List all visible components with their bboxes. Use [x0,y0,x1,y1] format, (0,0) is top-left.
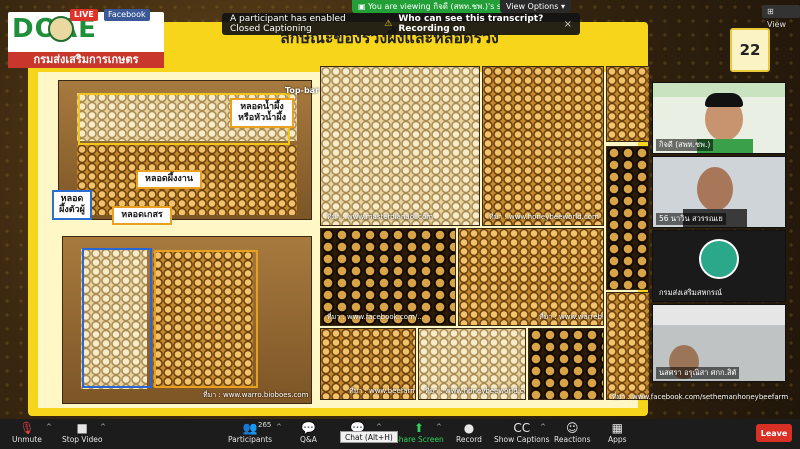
drone-cell-label: หลอด ผึ้งตัวผู้ [52,190,92,220]
video-tile-1[interactable]: กิจดี (สพท.ชพ.) [652,82,786,154]
view-options-button[interactable]: View Options ▾ [500,0,571,13]
photo-comb-2: ที่มา : www.honeybeeworld.com [482,66,604,226]
photo-comb-5: ที่มา : www.warrebioboes.com [458,228,604,326]
photo-comb-4: ที่มา : www.facebook.com/... [320,228,456,326]
video-tile-2[interactable]: 56 นาวิน สวรรณเย [652,156,786,228]
unmute-button[interactable]: 🎙 Unmute [12,421,42,444]
watermark-7: ที่มา : www.honeybeeworld.com [425,387,526,395]
photo-comb-8 [528,328,604,400]
video-tile-3[interactable]: กรมส่งเสริมสหกรณ์ [652,230,786,302]
cc-question-link[interactable]: Who can see this transcript? Recording o… [398,14,557,34]
leave-button[interactable]: Leave [756,424,792,442]
worker-cell-label: หลอดผึ้งงาน [136,170,202,189]
beanie [705,93,743,107]
grid-icon: ⊞ [767,7,774,16]
warning-icon: ⚠ [384,19,393,29]
tile-name-4: นสศรา อรุณิสา ศกก.สิตั [656,367,740,379]
participants-count: 265 [258,421,272,429]
slide-page-number: 22 [730,28,770,72]
apps-icon: ▦ [611,421,623,435]
photo-comb-6: ที่มา : www.beefarm.com [320,328,416,400]
worker-highlight [154,250,258,388]
chat-caret[interactable]: ^ [376,423,382,431]
share-icon: ▣ [358,2,369,11]
participants-caret[interactable]: ^ [276,423,282,431]
qa-button[interactable]: 💬 Q&A [300,421,317,444]
watermark-6: ที่มา : www.beefarm.com [349,387,416,395]
photo-comb-3 [606,66,650,142]
view-button[interactable]: ⊞ View [762,5,800,29]
pollen-cell-label: หลอดเกสร [112,206,172,225]
live-badge: LIVE [70,9,98,21]
audio-options-caret[interactable]: ^ [46,423,52,431]
logo-thai-text: กรมส่งเสริมการเกษตร [8,52,164,68]
close-icon[interactable]: × [564,19,572,30]
cc-icon: CC [513,421,531,435]
reactions-button[interactable]: ☺ Reactions [554,421,590,444]
watermark-1: ที่มา : www.warrо.bioboes.com [203,391,309,399]
captions-caret[interactable]: ^ [540,423,546,431]
smiley-icon: ☺ [565,421,579,435]
watermark-4: ที่มา : www.facebook.com/... [327,313,424,321]
share-caret[interactable]: ^ [436,423,442,431]
photo-comb-1: ที่มา : www.masterdianaol.com [320,66,480,226]
watermark-2: ที่มา : www.masterdianaol.com [327,213,434,221]
chat-tooltip: Chat (Alt+H) [340,431,398,443]
facebook-badge: Facebook [104,9,150,21]
qa-icon: 💬 [300,421,316,435]
watermark-5: ที่มา : www.warrebioboes.com [539,313,604,321]
stop-video-button[interactable]: ■ Stop Video [62,421,102,444]
apps-button[interactable]: ▦ Apps [608,421,627,444]
tile-name-2: 56 นาวิน สวรรณเย [656,213,726,225]
camera-icon: ■ [76,421,88,435]
queen-cell-label: หลอดน้ำผึ้ง หรือหัวน้ำผึ้ง [230,98,294,128]
participants-icon: 👥 [242,421,258,435]
closed-caption-banner: A participant has enabled Closed Caption… [222,13,580,35]
tile-name-3: กรมส่งเสริมสหกรณ์ [659,288,722,297]
drone-highlight [82,248,152,388]
cooperative-emblem-icon [699,239,739,279]
photo-comb-9 [606,292,650,400]
photo-comb-7: ที่มา : www.honeybeeworld.com [418,328,526,400]
photo-queen-cell [606,146,650,290]
share-screen-icon: ⬆ [413,421,424,435]
ceiling-light [653,305,785,325]
chevron-down-icon: ▾ [560,2,565,11]
microphone-muted-icon: 🎙 [19,421,35,435]
watermark-3: ที่มา : www.honeybeeworld.com [489,213,599,221]
tile-name-1: กิจดี (สพท.ชพ.) [656,139,714,151]
cc-message: A participant has enabled Closed Caption… [230,14,346,34]
zoom-window: ลักษณะของรวงผึ้งและหลอดรวง 22 Top-bar หล… [0,0,800,449]
video-tile-4[interactable]: นสศรา อรุณิสา ศกก.สิตั [652,304,786,382]
meeting-toolbar: 🎙 Unmute ^ ■ Stop Video ^ 👥 Participants… [0,419,800,449]
topbar-label: Top-bar [285,86,320,95]
record-button[interactable]: ● Record [456,421,482,444]
participant-face [697,167,733,211]
video-options-caret[interactable]: ^ [100,423,106,431]
record-icon: ● [463,421,475,435]
